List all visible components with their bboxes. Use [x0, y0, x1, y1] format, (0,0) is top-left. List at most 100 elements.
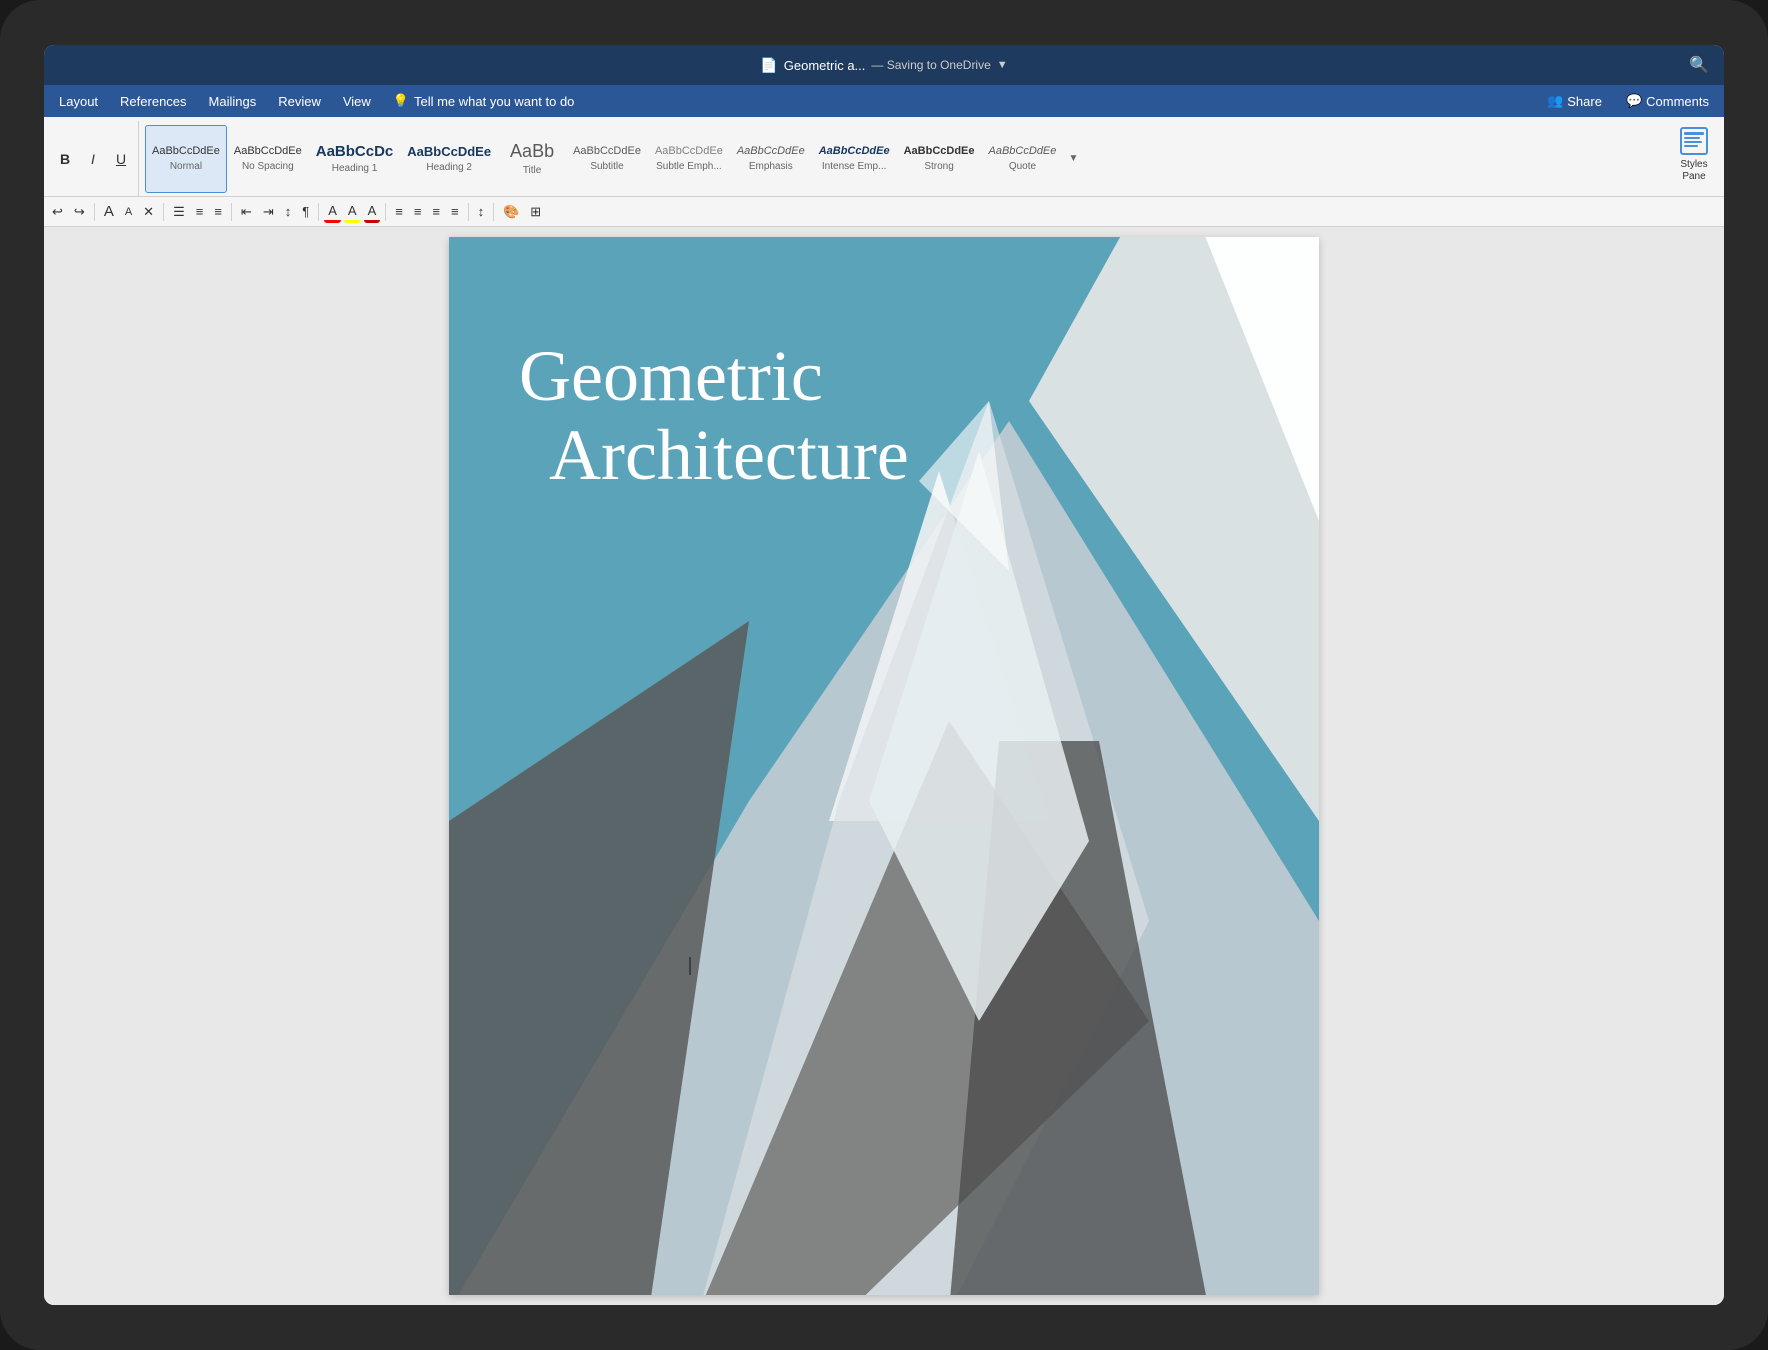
align-left-button[interactable]: ≡ — [391, 201, 407, 223]
save-dropdown-icon[interactable]: ▼ — [997, 59, 1008, 71]
style-normal[interactable]: AaBbCcDdEe Normal — [145, 125, 227, 193]
style-heading2-label: Heading 2 — [426, 162, 472, 173]
style-quote[interactable]: AaBbCcDdEe Quote — [982, 125, 1064, 193]
numbered-list-button[interactable]: ≡ — [192, 201, 208, 223]
style-normal-preview: AaBbCcDdEe — [152, 145, 220, 158]
clear-format-button[interactable]: ✕ — [139, 201, 158, 223]
sep4 — [318, 203, 319, 221]
doc-title: Geometric a... — [784, 58, 866, 73]
styles-gallery: AaBbCcDdEe Normal AaBbCcDdEe No Spacing … — [141, 121, 1666, 196]
style-heading2[interactable]: AaBbCcDdEe Heading 2 — [400, 125, 498, 193]
lightbulb-icon: 💡 — [393, 93, 409, 109]
borders-button[interactable]: ⊞ — [526, 201, 545, 223]
show-paragraph-button[interactable]: ¶ — [298, 201, 313, 223]
font-color-button[interactable]: A — [324, 201, 341, 223]
title-bar-center: 📄 Geometric a... — Saving to OneDrive ▼ — [760, 57, 1007, 74]
sep7 — [493, 203, 494, 221]
multilevel-list-button[interactable]: ≡ — [210, 201, 226, 223]
style-title-label: Title — [523, 165, 542, 176]
menu-bar: Layout References Mailings Review View 💡… — [44, 85, 1724, 117]
redo-button[interactable]: ↪ — [70, 201, 89, 223]
menu-item-mailings[interactable]: Mailings — [199, 91, 267, 112]
styles-scroll-more[interactable]: ▼ — [1063, 125, 1083, 193]
tell-me-text: Tell me what you want to do — [414, 94, 574, 109]
style-intense-emph[interactable]: AaBbCcDdEe Intense Emp... — [812, 125, 897, 193]
menu-right-actions: 👥 Share 💬 Comments — [1537, 90, 1719, 112]
styles-pane-button[interactable]: StylesPane — [1668, 121, 1720, 189]
underline-button[interactable]: U — [108, 146, 134, 172]
cursor-position — [689, 957, 691, 975]
ribbon-toolbar-left: B I U — [48, 121, 139, 196]
styles-pane-icon — [1680, 127, 1708, 155]
comments-icon: 💬 — [1626, 93, 1642, 109]
document-cover: Geometric Architecture — [449, 237, 1319, 1295]
text-color-button[interactable]: A — [364, 201, 381, 223]
style-heading2-preview: AaBbCcDdEe — [407, 144, 491, 160]
sep6 — [468, 203, 469, 221]
style-quote-preview: AaBbCcDdEe — [989, 145, 1057, 158]
style-strong-preview: AaBbCcDdEe — [904, 145, 975, 158]
style-subtle-emph[interactable]: AaBbCcDdEe Subtle Emph... — [648, 125, 730, 193]
menu-item-view[interactable]: View — [333, 91, 381, 112]
style-strong-label: Strong — [924, 161, 953, 172]
style-emphasis-preview: AaBbCcDdEe — [737, 145, 805, 158]
document-title: Geometric Architecture — [519, 337, 909, 495]
decrease-indent-button[interactable]: ⇤ — [237, 201, 256, 223]
style-quote-label: Quote — [1009, 161, 1036, 172]
share-button[interactable]: 👥 Share — [1537, 90, 1612, 112]
screen: 📄 Geometric a... — Saving to OneDrive ▼ … — [44, 45, 1724, 1305]
style-subtitle-label: Subtitle — [590, 161, 623, 172]
sep3 — [231, 203, 232, 221]
document-icon: 📄 — [760, 57, 777, 74]
style-no-spacing-label: No Spacing — [242, 161, 294, 172]
search-button[interactable]: 🔍 — [1689, 55, 1709, 75]
align-right-button[interactable]: ≡ — [428, 201, 444, 223]
style-subtitle-preview: AaBbCcDdEe — [573, 145, 641, 158]
increase-indent-button[interactable]: ⇥ — [259, 201, 278, 223]
style-title-preview: AaBb — [510, 141, 554, 163]
style-no-spacing-preview: AaBbCcDdEe — [234, 145, 302, 158]
laptop-frame: 📄 Geometric a... — Saving to OneDrive ▼ … — [0, 0, 1768, 1350]
comments-button[interactable]: 💬 Comments — [1616, 90, 1719, 112]
sep5 — [385, 203, 386, 221]
sep1 — [94, 203, 95, 221]
shading-button[interactable]: 🎨 — [499, 201, 523, 223]
style-heading1-preview: AaBbCcDc — [316, 143, 394, 161]
bold-button[interactable]: B — [52, 146, 78, 172]
share-icon: 👥 — [1547, 93, 1563, 109]
style-intense-emph-preview: AaBbCcDdEe — [819, 145, 890, 158]
style-emphasis[interactable]: AaBbCcDdEe Emphasis — [730, 125, 812, 193]
italic-button[interactable]: I — [80, 146, 106, 172]
justify-button[interactable]: ≡ — [447, 201, 463, 223]
comments-label: Comments — [1646, 94, 1709, 109]
style-subtle-emph-preview: AaBbCcDdEe — [655, 145, 723, 158]
sort-button[interactable]: ↕ — [281, 201, 296, 223]
style-title[interactable]: AaBb Title — [498, 125, 566, 193]
style-emphasis-label: Emphasis — [749, 161, 793, 172]
menu-item-review[interactable]: Review — [268, 91, 331, 112]
document-area: Geometric Architecture — [44, 227, 1724, 1305]
tell-me-bar[interactable]: 💡 Tell me what you want to do — [383, 90, 585, 112]
font-size-decrease[interactable]: A — [100, 201, 118, 223]
undo-button[interactable]: ↩ — [48, 201, 67, 223]
style-no-spacing[interactable]: AaBbCcDdEe No Spacing — [227, 125, 309, 193]
line-spacing-button[interactable]: ↕ — [474, 201, 489, 223]
font-size-increase[interactable]: A — [121, 201, 136, 223]
styles-pane-label: StylesPane — [1680, 159, 1707, 183]
title-bar: 📄 Geometric a... — Saving to OneDrive ▼ … — [44, 45, 1724, 85]
style-heading1[interactable]: AaBbCcDc Heading 1 — [309, 125, 401, 193]
document-page[interactable]: Geometric Architecture — [449, 237, 1319, 1295]
style-heading1-label: Heading 1 — [332, 163, 378, 174]
style-subtitle[interactable]: AaBbCcDdEe Subtitle — [566, 125, 648, 193]
sep2 — [163, 203, 164, 221]
menu-item-references[interactable]: References — [110, 91, 196, 112]
style-intense-emph-label: Intense Emp... — [822, 161, 886, 172]
bullets-button[interactable]: ☰ — [169, 201, 189, 223]
style-normal-label: Normal — [170, 161, 202, 172]
save-status: — Saving to OneDrive — [871, 58, 990, 72]
menu-item-layout[interactable]: Layout — [49, 91, 108, 112]
align-center-button[interactable]: ≡ — [410, 201, 426, 223]
highlight-color-button[interactable]: A — [344, 201, 361, 223]
share-label: Share — [1567, 94, 1602, 109]
style-strong[interactable]: AaBbCcDdEe Strong — [897, 125, 982, 193]
